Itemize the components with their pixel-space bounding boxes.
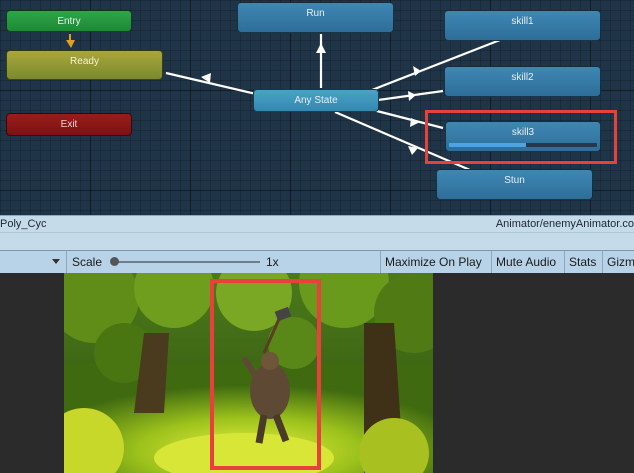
animator-status-bar: Poly_Cyc Animator/enemyAnimator.co <box>0 215 634 233</box>
state-skill1[interactable]: skill1 <box>444 10 601 41</box>
state-entry-label: Entry <box>57 16 81 27</box>
state-stun-label: Stun <box>504 175 525 186</box>
game-toolbar: Scale 1x Maximize On Play Mute Audio Sta… <box>0 250 634 274</box>
gizmos-label: Gizm <box>607 255 634 269</box>
state-exit[interactable]: Exit <box>6 113 132 136</box>
state-stun[interactable]: Stun <box>436 169 593 200</box>
arrowhead <box>408 91 416 101</box>
scale-value: 1x <box>266 255 279 269</box>
highlight-box-character <box>210 279 321 470</box>
stats-label: Stats <box>569 255 597 269</box>
game-tab-strip <box>0 232 634 251</box>
status-left-text: Poly_Cyc <box>0 218 47 230</box>
state-run[interactable]: Run <box>237 2 394 33</box>
game-scene <box>64 273 433 473</box>
mute-audio-label: Mute Audio <box>496 255 557 269</box>
state-entry[interactable]: Entry <box>6 10 132 32</box>
gizmos-button[interactable]: Gizm <box>602 251 634 273</box>
maximize-on-play-button[interactable]: Maximize On Play <box>380 251 488 273</box>
mute-audio-button[interactable]: Mute Audio <box>491 251 564 273</box>
state-ready[interactable]: Ready <box>6 50 163 80</box>
game-view[interactable] <box>0 273 634 473</box>
chevron-down-icon <box>52 259 60 264</box>
state-any-state-label: Any State <box>294 95 338 106</box>
state-skill1-label: skill1 <box>511 16 534 27</box>
stats-button[interactable]: Stats <box>564 251 602 273</box>
arrowhead <box>316 43 326 53</box>
scale-slider[interactable] <box>114 261 260 263</box>
state-run-label: Run <box>306 8 325 19</box>
status-right-text: Animator/enemyAnimator.co <box>495 218 634 230</box>
scale-label: Scale <box>72 255 103 269</box>
transition-any-to-ready <box>165 71 257 96</box>
display-dropdown[interactable] <box>0 251 67 273</box>
state-any-state[interactable]: Any State <box>253 89 379 112</box>
maximize-on-play-label: Maximize On Play <box>385 255 482 269</box>
state-ready-label: Ready <box>70 56 99 67</box>
state-skill2[interactable]: skill2 <box>444 66 601 97</box>
state-skill2-label: skill2 <box>511 72 534 83</box>
highlight-box-skill3 <box>425 110 617 164</box>
animator-graph[interactable]: Entry Ready Exit Run Any State skill1 sk… <box>0 0 634 215</box>
scale-slider-thumb[interactable] <box>110 257 119 266</box>
state-exit-label: Exit <box>60 119 78 130</box>
arrowhead <box>410 118 420 127</box>
